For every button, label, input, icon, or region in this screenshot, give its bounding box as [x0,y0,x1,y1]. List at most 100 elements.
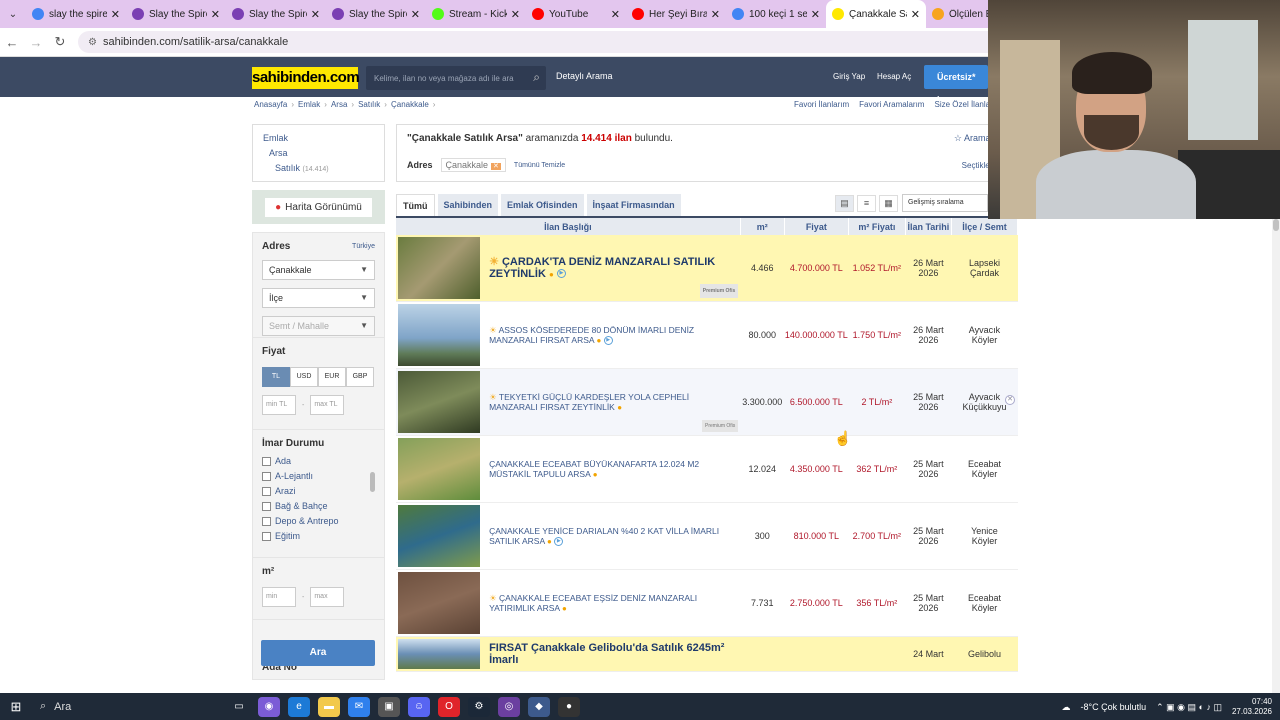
checkbox[interactable] [262,486,271,496]
special-listings-link[interactable]: Size Özel İlanlar [934,100,992,109]
discord-icon[interactable]: ☺ [408,696,430,717]
listing-title[interactable]: ÇANAKKALE YENİCE DARIALAN %40 2 KAT VİLL… [489,526,719,546]
browser-tab[interactable]: Stream - Kick D ✕ [426,0,526,28]
min-price-input[interactable]: min TL [262,395,296,415]
advanced-search-link[interactable]: Detaylı Arama [556,71,613,81]
listing-thumbnail[interactable] [398,572,480,634]
header-title[interactable]: İlan Başlığı [396,218,741,235]
close-tab-icon[interactable]: ✕ [111,8,120,21]
header-date[interactable]: İlan Tarihi [905,218,952,235]
favorite-searches-link[interactable]: Favori Aramalarım [859,100,924,109]
close-tab-icon[interactable]: ✕ [711,8,720,21]
zoning-option[interactable]: Ada [262,455,375,467]
listing-thumbnail[interactable] [398,639,480,669]
clock[interactable]: 07:40 27.03.2026 [1232,697,1272,717]
post-ad-button[interactable]: Ücretsiz* İlan [924,65,988,106]
register-link[interactable]: Hesap Aç [877,72,911,81]
tab-search-button[interactable]: ⌄ [0,0,26,28]
currency-usd[interactable]: USD [290,367,318,387]
listing-thumbnail[interactable] [398,371,480,433]
category-emlak[interactable]: Emlak [263,131,374,146]
edge-icon[interactable]: e [288,696,310,717]
close-tab-icon[interactable]: ✕ [411,8,420,21]
map-view-button[interactable]: ● Harita Görünümü [252,190,385,224]
windows-start-icon[interactable]: ⊞ [0,699,32,715]
header-price-per-m2[interactable]: m² Fiyatı [848,218,906,235]
grid-view-icon[interactable]: ▦ [879,195,898,212]
district-select[interactable]: İlçe ▼ [262,288,375,308]
listing-title[interactable]: ÇANAKKALE ECEABAT EŞSİZ DENİZ MANZARALI … [489,593,697,613]
currency-tl[interactable]: TL [262,367,290,387]
taskbar-search[interactable]: ⌕ Ara [32,693,222,720]
play-icon[interactable]: ▶ [554,536,564,546]
max-price-input[interactable]: max TL [310,395,345,415]
close-icon[interactable]: ✕ [1005,395,1015,405]
app-icon[interactable]: ▣ [378,696,400,717]
clear-all-link[interactable]: Tümünü Temizle [514,162,565,169]
breadcrumb-item[interactable]: Anasayfa [254,100,287,109]
reload-button[interactable]: ↻ [48,34,72,50]
zoning-option[interactable]: Arazi [262,485,375,497]
browser-tab[interactable]: Çanakkale Satı ✕ [826,0,926,28]
neighborhood-select[interactable]: Semt / Mahalle ▼ [262,316,375,336]
task-view-icon[interactable]: ▭ [228,697,250,717]
back-button[interactable]: ← [0,35,24,50]
site-info-icon[interactable]: ⚙ [88,37,97,48]
checkbox[interactable] [262,501,271,511]
favorite-listings-link[interactable]: Favori İlanlarım [794,100,849,109]
browser-tab[interactable]: Slay the Spire 2 ✕ [226,0,326,28]
checkbox[interactable] [262,516,271,526]
forward-button[interactable]: → [24,35,48,50]
close-tab-icon[interactable]: ✕ [511,8,520,21]
steam-icon[interactable]: ⚙ [468,696,490,717]
login-link[interactable]: Giriş Yap [833,72,865,81]
chrome-icon[interactable]: ◎ [498,696,520,717]
opera-icon[interactable]: O [438,696,460,717]
search-input[interactable]: Kelime, ilan no veya mağaza adı ile ara … [366,66,546,90]
listing-thumbnail[interactable] [398,237,480,299]
tab-all[interactable]: Tümü [396,194,435,216]
browser-tab[interactable]: YouTube ✕ [526,0,626,28]
listing-title[interactable]: ASSOS KÖSEDEREDE 80 DÖNÜM İMARLI DENİZ M… [489,325,694,345]
listing-thumbnail[interactable] [398,505,480,567]
checkbox[interactable] [262,456,271,466]
copilot-icon[interactable]: ◉ [258,696,280,717]
page-scrollbar[interactable] [1272,219,1280,693]
search-button[interactable]: Ara [261,640,375,666]
checkbox[interactable] [262,531,271,541]
zoning-option[interactable]: Eğitim [262,530,375,542]
category-arsa[interactable]: Arsa [263,146,374,161]
checkbox[interactable] [262,471,271,481]
max-m2-input[interactable]: max [310,587,345,607]
sidebar-scrollbar[interactable] [370,472,375,492]
listing-title[interactable]: ÇARDAK'TA DENİZ MANZARALI SATILIK ZEYTİN… [489,256,715,280]
table-row[interactable]: FIRSAT Çanakkale Gelibolu'da Satılık 624… [396,636,1018,672]
close-tab-icon[interactable]: ✕ [211,8,220,21]
close-icon[interactable]: ✕ [491,163,501,170]
filter-chip[interactable]: Çanakkale ✕ [440,158,506,172]
tab-owner[interactable]: Sahibinden [437,194,499,216]
listing-title[interactable]: TEKYETKİ GÜÇLÜ KARDEŞLER YOLA CEPHELİ MA… [489,392,689,412]
play-icon[interactable]: ▶ [603,335,613,345]
header-location[interactable]: İlçe / Semt [951,218,1019,235]
close-tab-icon[interactable]: ✕ [611,8,620,21]
tray-icons[interactable]: ⌃ ▣ ◉ ▤ ◐ ♪ ◫ [1156,702,1222,713]
breadcrumb-item[interactable]: Emlak [298,100,320,109]
zoning-option[interactable]: Depo & Antrepo [262,515,375,527]
table-row[interactable]: ☀ TEKYETKİ GÜÇLÜ KARDEŞLER YOLA CEPHELİ … [396,368,1018,436]
weather-text[interactable]: -8°C Çok bulutlu [1080,702,1146,712]
browser-tab[interactable]: Slay the Spire 2 ✕ [126,0,226,28]
table-row[interactable]: ÇANAKKALE ECEABAT BÜYÜKANAFARTA 12.024 M… [396,435,1018,503]
site-logo[interactable]: sahibinden.com [252,67,360,89]
app-icon[interactable]: ◆ [528,696,550,717]
tab-agency[interactable]: Emlak Ofisinden [501,194,584,216]
zoning-option[interactable]: Bağ & Bahçe [262,500,375,512]
scrollbar-thumb[interactable] [1273,219,1279,231]
table-row[interactable]: ☀ ASSOS KÖSEDEREDE 80 DÖNÜM İMARLI DENİZ… [396,301,1018,369]
listing-title[interactable]: FIRSAT Çanakkale Gelibolu'da Satılık 624… [489,642,724,666]
compact-view-icon[interactable]: ≡ [857,195,876,212]
play-icon[interactable]: ▶ [556,269,566,279]
list-view-icon[interactable]: ▤ [835,195,854,212]
zoning-option[interactable]: A-Lejantlı [262,470,375,482]
table-row[interactable]: ÇANAKKALE YENİCE DARIALAN %40 2 KAT VİLL… [396,502,1018,570]
